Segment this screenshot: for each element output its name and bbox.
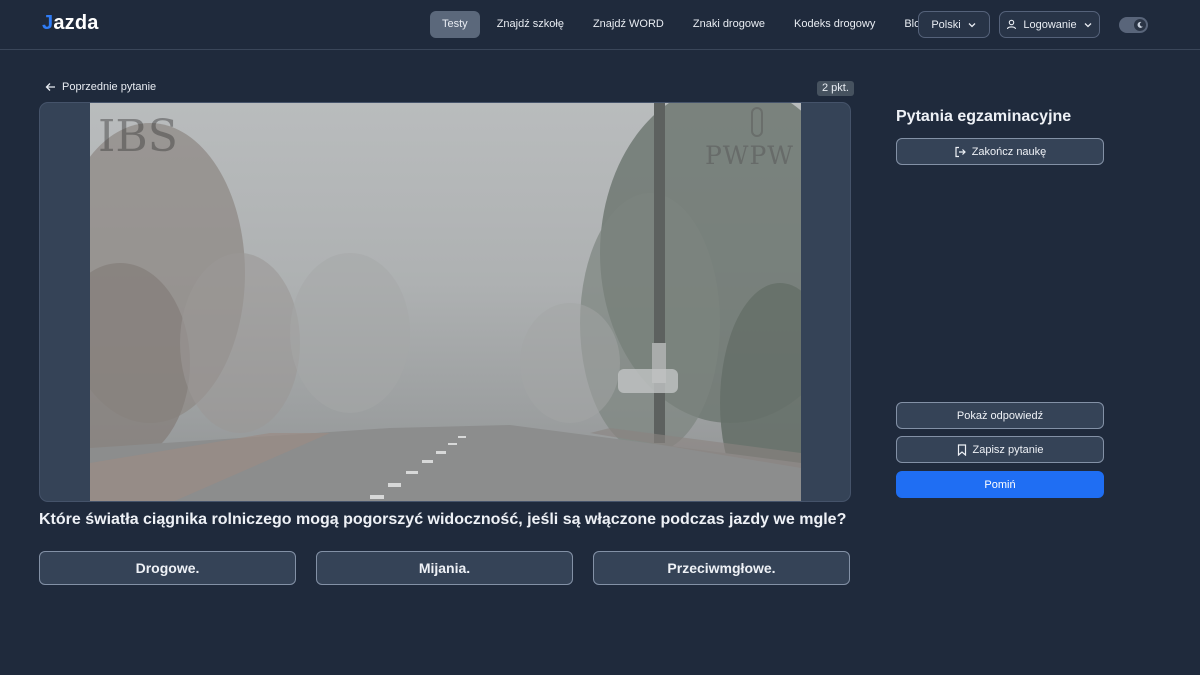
show-answer-label: Pokaż odpowiedź: [956, 409, 1044, 422]
chevron-down-icon: [1083, 20, 1093, 30]
logo-text: azda: [53, 12, 99, 34]
logout-icon: [954, 146, 966, 158]
skip-button[interactable]: Pomiń: [896, 471, 1104, 498]
nav-item-find-word[interactable]: Znajdź WORD: [581, 11, 676, 38]
sidebar-title: Pytania egzaminacyjne: [896, 108, 1072, 125]
question-media: IBS PWPW: [39, 102, 851, 502]
skip-label: Pomiń: [984, 478, 1016, 491]
bookmark-icon: [957, 443, 967, 456]
chevron-down-icon: [967, 20, 977, 30]
answer-options: Drogowe. Mijania. Przeciwmgłowe.: [39, 551, 851, 585]
previous-question-link[interactable]: Poprzednie pytanie: [45, 81, 156, 93]
previous-question-label: Poprzednie pytanie: [62, 81, 157, 93]
user-icon: [1006, 19, 1017, 30]
crest-icon: [751, 107, 763, 137]
points-badge: 2 pkt.: [817, 81, 854, 96]
arrow-left-icon: [45, 82, 56, 92]
theme-toggle[interactable]: [1119, 17, 1148, 33]
moon-icon: [1134, 19, 1146, 31]
watermark-left: IBS: [98, 111, 178, 162]
nav-item-road-signs[interactable]: Znaki drogowe: [681, 11, 777, 38]
main-nav: Testy Znajdź szkołę Znajdź WORD Znaki dr…: [430, 11, 943, 38]
watermark-right: PWPW: [704, 141, 794, 170]
save-question-label: Zapisz pytanie: [972, 443, 1044, 456]
language-select[interactable]: Polski: [918, 11, 990, 38]
answer-option-2[interactable]: Mijania.: [316, 551, 573, 585]
fog-road-photo: IBS PWPW: [90, 103, 801, 501]
login-label: Logowanie: [1023, 18, 1077, 31]
question-text: Które światła ciągnika rolniczego mogą p…: [39, 511, 847, 528]
answer-option-1[interactable]: Drogowe.: [39, 551, 296, 585]
jazda-logo[interactable]: Jazda: [42, 12, 99, 35]
logo-mark: J: [42, 12, 54, 34]
nav-item-testy[interactable]: Testy: [430, 11, 480, 38]
answer-option-3[interactable]: Przeciwmgłowe.: [593, 551, 850, 585]
save-question-button[interactable]: Zapisz pytanie: [896, 436, 1104, 463]
language-label: Polski: [931, 18, 961, 31]
nav-item-find-school[interactable]: Znajdź szkołę: [485, 11, 576, 38]
end-learning-button[interactable]: Zakończ naukę: [896, 138, 1104, 165]
top-navigation-bar: Jazda Testy Znajdź szkołę Znajdź WORD Zn…: [0, 0, 1200, 50]
show-answer-button[interactable]: Pokaż odpowiedź: [896, 402, 1104, 429]
login-button[interactable]: Logowanie: [999, 11, 1100, 38]
nav-item-road-code[interactable]: Kodeks drogowy: [782, 11, 887, 38]
end-learning-label: Zakończ naukę: [971, 145, 1047, 158]
